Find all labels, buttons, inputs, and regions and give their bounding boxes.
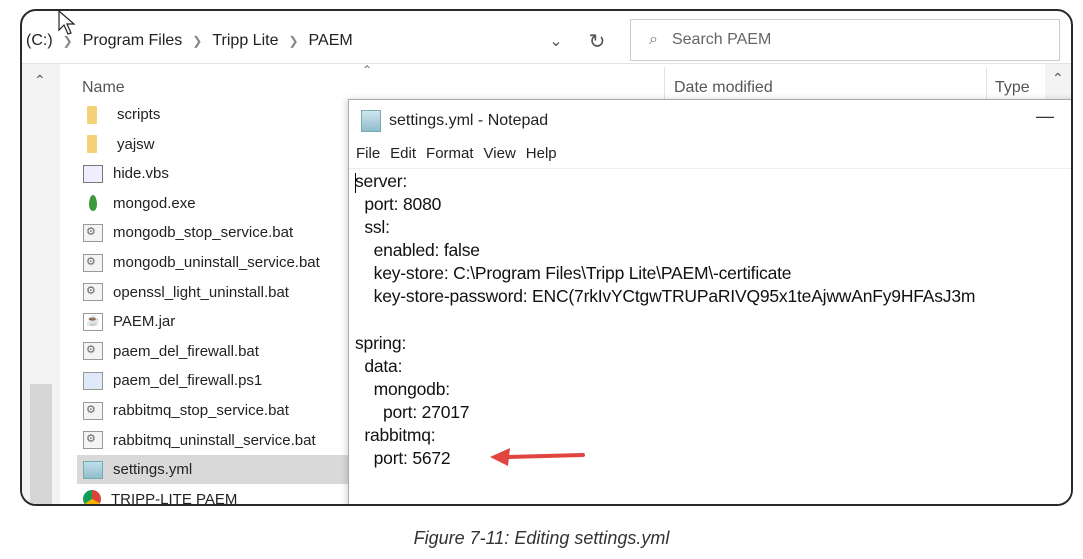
breadcrumb-program-files[interactable]: Program Files: [83, 32, 183, 50]
file-name: hide.vbs: [113, 165, 169, 183]
breadcrumb-tripp-lite[interactable]: Tripp Lite: [212, 32, 278, 50]
column-separator[interactable]: [986, 67, 987, 103]
file-list-item[interactable]: mongodb_stop_service.bat: [77, 218, 350, 247]
text-line: spring:: [355, 332, 407, 353]
ps-icon: [83, 371, 103, 390]
file-list-item[interactable]: TRIPP-LITE PAEM: [77, 485, 350, 506]
file-list-scrollbar[interactable]: ⌃: [1045, 64, 1071, 104]
chevron-right-icon: ❯: [62, 34, 73, 48]
file-list-item[interactable]: paem_del_firewall.bat: [77, 337, 350, 366]
file-name: TRIPP-LITE PAEM: [111, 490, 238, 506]
column-header-type[interactable]: Type: [995, 79, 1030, 97]
column-header-date-modified[interactable]: Date modified: [674, 79, 773, 97]
file-list-item[interactable]: mongodb_uninstall_service.bat: [77, 248, 350, 277]
text-line: server:: [355, 171, 408, 191]
breadcrumb[interactable]: (C:) ❯ Program Files ❯ Tripp Lite ❯ PAEM: [22, 23, 614, 59]
file-name: paem_del_firewall.ps1: [113, 372, 263, 390]
text-line: ssl:: [355, 217, 390, 238]
menu-view[interactable]: View: [484, 145, 516, 162]
sort-caret-icon: ⌃: [362, 63, 373, 77]
screenshot-frame: (C:) ❯ Program Files ❯ Tripp Lite ❯ PAEM…: [20, 9, 1073, 506]
file-name: rabbitmq_stop_service.bat: [113, 402, 289, 419]
file-name: rabbitmq_uninstall_service.bat: [113, 431, 316, 449]
folder-icon: [87, 135, 97, 154]
file-name: paem_del_firewall.bat: [113, 342, 259, 360]
scrollbar-thumb[interactable]: [30, 384, 52, 504]
text-line: key-store: C:\Program Files\Tripp Lite\P…: [355, 263, 792, 284]
scroll-up-icon[interactable]: ⌃: [34, 72, 46, 89]
column-separator[interactable]: [664, 67, 665, 103]
text-line: [355, 309, 975, 332]
script-icon: [83, 164, 103, 183]
jar-icon: [83, 312, 103, 331]
folder-icon: [87, 105, 97, 124]
search-placeholder: Search PAEM: [671, 31, 772, 48]
column-header-name[interactable]: Name: [82, 79, 125, 97]
breadcrumb-drive[interactable]: (C:): [26, 32, 53, 50]
bat-icon: [83, 223, 103, 242]
bat-icon: [83, 342, 103, 361]
search-icon: ⌕: [649, 31, 658, 48]
bat-icon: [83, 283, 103, 302]
red-arrow-annotation: [490, 448, 585, 466]
menu-file[interactable]: File: [356, 145, 380, 162]
minimize-button[interactable]: —: [1036, 106, 1054, 127]
file-list-item[interactable]: hide.vbs: [77, 159, 350, 188]
bat-icon: [83, 401, 103, 420]
notepad-menu-bar: File Edit Format View Help: [356, 145, 567, 162]
chevron-right-icon: ❯: [288, 34, 299, 48]
mouse-cursor-icon: [58, 10, 76, 35]
file-name: yajsw: [117, 135, 155, 153]
yml-icon: [83, 460, 103, 479]
file-name: settings.yml: [113, 461, 193, 479]
file-name: mongodb_uninstall_service.bat: [113, 254, 320, 271]
scroll-up-icon[interactable]: ⌃: [1052, 70, 1064, 87]
divider: [22, 63, 1071, 64]
file-list-item[interactable]: rabbitmq_stop_service.bat: [77, 396, 350, 425]
menu-format[interactable]: Format: [426, 145, 474, 162]
chevron-right-icon: ❯: [192, 34, 203, 48]
menu-help[interactable]: Help: [526, 145, 557, 162]
divider: [349, 168, 1071, 169]
bat-icon: [83, 253, 103, 272]
file-list-item[interactable]: rabbitmq_uninstall_service.bat: [77, 426, 350, 455]
leaf-icon: [83, 194, 103, 212]
breadcrumb-paem[interactable]: PAEM: [309, 32, 353, 50]
nav-pane-scrollbar[interactable]: ⌃: [22, 64, 60, 504]
menu-edit[interactable]: Edit: [390, 145, 416, 162]
text-line: data:: [355, 355, 403, 376]
text-line: mongodb:: [355, 378, 450, 399]
notepad-text-area[interactable]: server: port: 8080 ssl: enabled: false k…: [355, 170, 975, 470]
file-name: openssl_light_uninstall.bat: [113, 283, 289, 301]
file-name: scripts: [117, 106, 161, 123]
file-list-item[interactable]: PAEM.jar: [77, 307, 350, 336]
text-line: rabbitmq:: [355, 425, 436, 446]
notepad-icon: [361, 110, 381, 132]
file-list-item[interactable]: settings.yml: [77, 455, 350, 485]
search-input[interactable]: ⌕ Search PAEM: [630, 19, 1060, 61]
text-line: key-store-password: ENC(7rkIvYCtgwTRUPaR…: [355, 286, 976, 307]
chevron-down-icon[interactable]: ⌄: [542, 23, 570, 59]
file-list-item[interactable]: paem_del_firewall.ps1: [77, 366, 350, 395]
bat-icon: [83, 431, 103, 450]
text-line: enabled: false: [355, 240, 480, 261]
notepad-title-bar: settings.yml - Notepad: [361, 110, 548, 132]
text-caret: [355, 173, 356, 193]
notepad-window[interactable]: settings.yml - Notepad — File Edit Forma…: [348, 99, 1071, 504]
file-name: PAEM.jar: [113, 313, 176, 331]
notepad-title: settings.yml - Notepad: [389, 112, 549, 129]
text-line: port: 5672: [355, 448, 451, 469]
file-name: mongodb_stop_service.bat: [113, 224, 294, 242]
text-line: port: 27017: [355, 401, 470, 422]
figure-caption: Figure 7-11: Editing settings.yml: [413, 528, 670, 548]
file-list-item[interactable]: scripts: [77, 100, 350, 129]
file-list-item[interactable]: mongod.exe: [77, 189, 350, 218]
file-list-item[interactable]: yajsw: [77, 130, 350, 159]
text-line: port: 8080: [355, 194, 442, 215]
refresh-icon[interactable]: ↻: [582, 23, 612, 59]
file-name: mongod.exe: [113, 194, 196, 212]
file-list-item[interactable]: openssl_light_uninstall.bat: [77, 278, 350, 307]
chrome-icon: [83, 490, 101, 504]
